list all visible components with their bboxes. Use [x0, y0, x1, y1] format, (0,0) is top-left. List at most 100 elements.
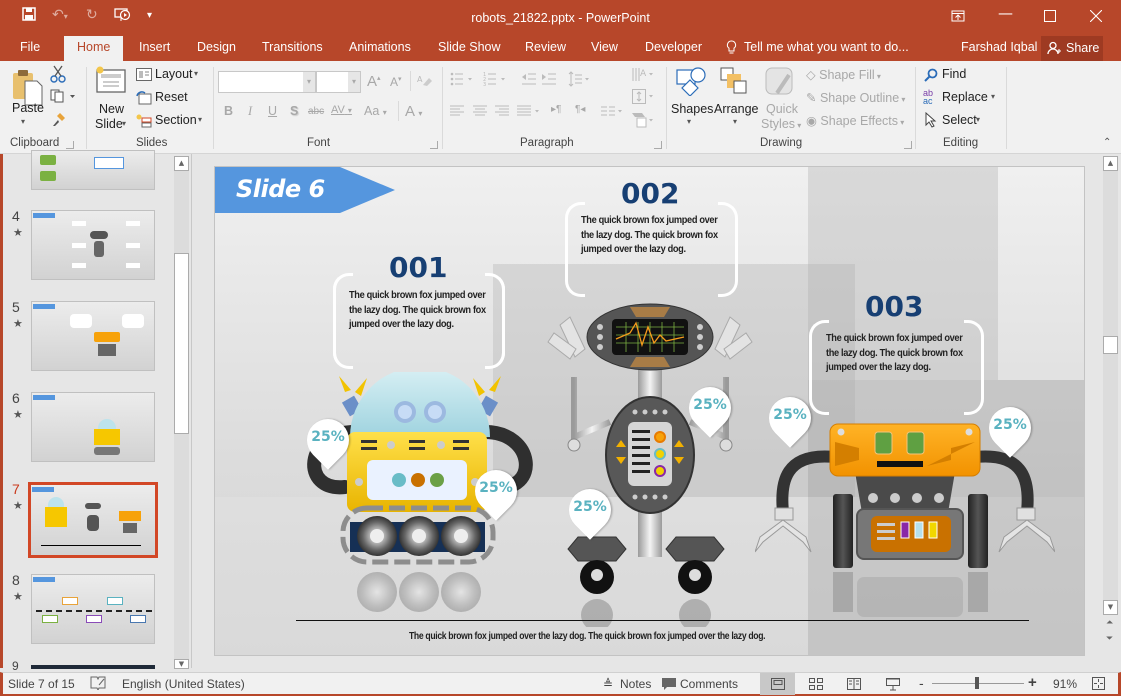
minimize-icon[interactable]: — [998, 4, 1013, 22]
replace-icon[interactable]: ab ac [923, 89, 933, 106]
font-color-button[interactable]: A ▾ [405, 103, 422, 120]
tab-developer[interactable]: Developer [645, 40, 702, 54]
increase-indent-icon[interactable] [542, 72, 556, 89]
replace-dropdown-icon[interactable]: ▾ [991, 92, 995, 101]
slide-thumbnail-6[interactable] [31, 392, 155, 462]
arrange-icon[interactable] [720, 67, 748, 98]
format-painter-icon[interactable] [51, 111, 67, 130]
scroll-down-button[interactable]: ▼ [174, 659, 189, 669]
line-spacing-icon[interactable] [568, 71, 592, 90]
find-button[interactable]: Find [942, 67, 966, 81]
tab-home[interactable]: Home [64, 36, 124, 61]
shapes-icon[interactable] [676, 66, 706, 99]
tab-transitions[interactable]: Transitions [262, 40, 323, 54]
spell-check-icon[interactable] [90, 676, 106, 693]
user-name[interactable]: Farshad Iqbal [961, 40, 1037, 54]
notes-button[interactable]: Notes [620, 677, 651, 691]
shape-fill-button[interactable]: ◇ Shape Fill ▾ [806, 67, 881, 82]
align-center-icon[interactable] [473, 105, 487, 120]
scroll-up-button[interactable]: ▲ [174, 156, 189, 171]
strikethrough-button[interactable]: abc [308, 106, 324, 117]
paste-dropdown-icon[interactable]: ▾ [21, 117, 25, 126]
text-direction-icon[interactable]: A [632, 66, 656, 87]
tab-slide-show[interactable]: Slide Show [438, 40, 501, 54]
layout-button[interactable]: Layout [155, 67, 193, 81]
collapse-ribbon-icon[interactable]: ⌃ [1103, 137, 1111, 148]
slide-scrollbar[interactable]: ▲ ▼ ⏶ ⏷ [1102, 154, 1119, 668]
character-spacing-button[interactable]: AV ▾ [331, 104, 352, 116]
paste-label[interactable]: Paste [12, 101, 44, 115]
tab-file[interactable]: File [20, 40, 40, 54]
underline-button[interactable]: U [268, 104, 277, 118]
columns-icon[interactable] [601, 105, 625, 120]
select-cursor-icon[interactable] [925, 111, 937, 131]
grow-font-button[interactable]: A▴ [367, 73, 381, 90]
comments-button[interactable]: Comments [680, 677, 738, 691]
align-right-icon[interactable] [495, 105, 509, 120]
slide-thumbnail-9[interactable] [31, 665, 155, 669]
zoom-out-button[interactable]: - [919, 675, 924, 691]
fit-slide-icon[interactable] [1092, 677, 1105, 693]
zoom-in-button[interactable]: + [1028, 674, 1037, 691]
clear-formatting-icon[interactable]: A [416, 73, 432, 90]
close-icon[interactable] [1089, 8, 1103, 26]
reset-button[interactable]: Reset [155, 90, 188, 104]
notes-icon[interactable]: ≜ [603, 677, 613, 691]
select-button[interactable]: Select [942, 113, 977, 127]
tab-insert[interactable]: Insert [139, 40, 170, 54]
align-left-icon[interactable] [450, 105, 464, 120]
italic-button[interactable]: I [248, 104, 252, 119]
align-text-icon[interactable] [632, 88, 656, 109]
font-size-dropdown[interactable]: ▾ [348, 72, 360, 92]
drawing-launcher[interactable] [904, 141, 912, 149]
smartart-icon[interactable] [632, 110, 656, 131]
section-button[interactable]: Section [155, 113, 197, 127]
new-slide-dropdown-icon[interactable]: ▾ [122, 119, 126, 128]
zoom-level[interactable]: 91% [1053, 677, 1077, 691]
clipboard-launcher[interactable] [66, 141, 74, 149]
quick-styles-label-2[interactable]: Styles ▾ [761, 117, 801, 131]
slide-show-icon[interactable] [886, 678, 900, 694]
replace-button[interactable]: Replace [942, 90, 988, 104]
bold-button[interactable]: B [224, 104, 233, 118]
copy-icon[interactable] [50, 89, 76, 106]
cut-icon[interactable] [50, 65, 66, 86]
slide-canvas[interactable]: Slide 6 001 The quick brown fox jumped o… [214, 166, 1085, 656]
paragraph-launcher[interactable] [654, 141, 662, 149]
quick-styles-icon[interactable] [765, 67, 795, 100]
tell-me-search[interactable]: Tell me what you want to do... [744, 40, 909, 54]
share-button[interactable]: Share [1041, 36, 1103, 61]
slide-thumbnail-3[interactable] [31, 150, 155, 190]
tab-review[interactable]: Review [525, 40, 566, 54]
reading-view-icon[interactable] [847, 678, 861, 693]
thumbnail-scrollbar[interactable]: ▲ ▼ [174, 156, 189, 669]
previous-slide-icon[interactable]: ⏶ [1106, 618, 1113, 628]
layout-icon[interactable] [136, 68, 152, 84]
reset-icon[interactable] [136, 91, 152, 108]
font-launcher[interactable] [430, 141, 438, 149]
shape-outline-button[interactable]: ✎ Shape Outline ▾ [806, 90, 905, 105]
shape-effects-button[interactable]: ◉ Shape Effects ▾ [806, 113, 904, 128]
section-icon[interactable] [136, 114, 152, 131]
slide-thumbnail-7-selected[interactable] [28, 482, 158, 558]
scroll-thumb[interactable] [174, 253, 189, 434]
font-name-dropdown[interactable]: ▾ [303, 72, 315, 92]
maximize-icon[interactable] [1044, 8, 1056, 26]
tab-animations[interactable]: Animations [349, 40, 411, 54]
numbering-icon[interactable]: 123 [483, 72, 509, 89]
slide-sorter-icon[interactable] [809, 678, 823, 693]
new-slide-label-2[interactable]: Slide [95, 117, 123, 131]
rtl-icon[interactable]: ¶◂ [575, 104, 585, 115]
zoom-slider-thumb[interactable] [975, 677, 979, 689]
decrease-indent-icon[interactable] [522, 72, 536, 89]
slide-thumbnail-4[interactable] [31, 210, 155, 280]
change-case-button[interactable]: Aa ▾ [364, 104, 387, 118]
shapes-button[interactable]: Shapes [671, 102, 713, 116]
new-slide-icon[interactable] [95, 66, 127, 97]
slide-thumbnail-8[interactable] [31, 574, 155, 644]
ltr-icon[interactable]: ▸¶ [551, 104, 561, 115]
new-slide-label[interactable]: New [99, 102, 124, 116]
shadow-button[interactable]: S [290, 104, 298, 118]
slide-thumbnail-5[interactable] [31, 301, 155, 371]
scroll-thumb[interactable] [1103, 336, 1118, 354]
